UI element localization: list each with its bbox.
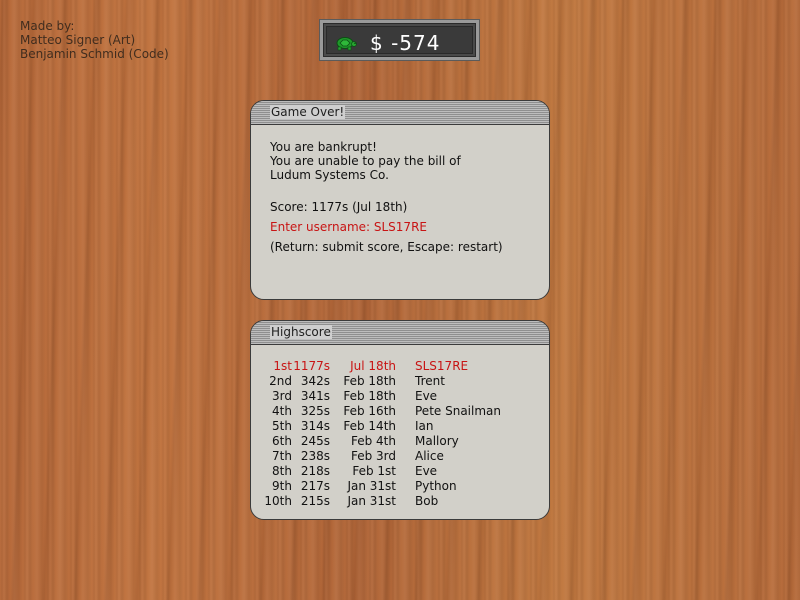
highscore-date: Feb 16th [343, 404, 396, 418]
highscore-row: 1st 1177s Jul 18th SLS17RE [259, 359, 501, 374]
money-display-inner: $ -574 [326, 26, 473, 54]
highscore-score: 217s [300, 479, 330, 493]
highscore-name: Mallory [415, 434, 459, 448]
score-text: Score: 1177s (Jul 18th) [270, 200, 408, 214]
game-over-titlebar: Game Over! [251, 101, 549, 125]
highscore-score: 1177s [293, 359, 330, 373]
game-over-title: Game Over! [270, 105, 346, 119]
highscore-score: 325s [300, 404, 330, 418]
highscore-row: 6th 245s Feb 4th Mallory [259, 434, 501, 449]
highscore-score: 238s [300, 449, 330, 463]
highscore-row: 9th 217s Jan 31st Python [259, 479, 501, 494]
highscore-row: 5th 314s Feb 14th Ian [259, 419, 501, 434]
highscore-name: Pete Snailman [415, 404, 501, 418]
highscore-score: 314s [300, 419, 330, 433]
highscore-titlebar: Highscore [251, 321, 549, 345]
credits-line: Benjamin Schmid (Code) [20, 47, 169, 61]
highscore-score: 218s [300, 464, 330, 478]
credits: Made by: Matteo Signer (Art) Benjamin Sc… [20, 19, 169, 61]
bankrupt-message-line: You are bankrupt! [270, 140, 377, 154]
bankrupt-message-line: Ludum Systems Co. [270, 168, 389, 182]
highscore-name: SLS17RE [415, 359, 469, 373]
highscore-rank: 4th [272, 404, 292, 418]
highscore-rank: 8th [272, 464, 292, 478]
highscore-row: 8th 218s Feb 1st Eve [259, 464, 501, 479]
highscore-row: 4th 325s Feb 16th Pete Snailman [259, 404, 501, 419]
highscore-date: Feb 1st [352, 464, 396, 478]
highscore-name: Python [415, 479, 457, 493]
highscore-rank: 5th [272, 419, 292, 433]
credits-line: Matteo Signer (Art) [20, 33, 136, 47]
highscore-date: Feb 18th [343, 374, 396, 388]
highscore-name: Bob [415, 494, 439, 508]
highscore-rank: 7th [272, 449, 292, 463]
turtle-icon [334, 36, 358, 56]
highscore-title: Highscore [270, 325, 332, 339]
highscore-rank: 10th [264, 494, 292, 508]
highscore-row: 10th 215s Jan 31st Bob [259, 494, 501, 509]
highscore-score: 215s [300, 494, 330, 508]
highscore-row: 7th 238s Feb 3rd Alice [259, 449, 501, 464]
highscore-rank: 9th [272, 479, 292, 493]
highscore-name: Trent [415, 374, 445, 388]
highscore-date: Feb 14th [343, 419, 396, 433]
highscore-rank: 1st [273, 359, 292, 373]
highscore-date: Jan 31st [347, 494, 396, 508]
highscore-row: 3rd 341s Feb 18th Eve [259, 389, 501, 404]
money-display: $ -574 [320, 20, 479, 60]
highscore-date: Jan 31st [347, 479, 396, 493]
username-input[interactable]: Enter username: SLS17RE [270, 220, 427, 234]
highscore-row: 2nd 342s Feb 18th Trent [259, 374, 501, 389]
bankrupt-message-line: You are unable to pay the bill of [270, 154, 461, 168]
highscore-name: Ian [415, 419, 434, 433]
game-over-panel: Game Over! You are bankrupt! You are una… [250, 100, 550, 300]
highscore-score: 342s [300, 374, 330, 388]
highscore-date: Feb 3rd [350, 449, 396, 463]
credits-line: Made by: [20, 19, 75, 33]
instructions-text: (Return: submit score, Escape: restart) [270, 240, 503, 254]
highscore-name: Eve [415, 464, 438, 478]
money-value: $ -574 [370, 31, 441, 55]
highscore-name: Alice [415, 449, 444, 463]
highscore-rank: 2nd [269, 374, 292, 388]
highscore-rank: 3rd [272, 389, 292, 403]
highscore-table: 1st 1177s Jul 18th SLS17RE 2nd 342s Feb 18th Tr… [259, 359, 501, 509]
highscore-panel: Highscore 1st 1177s Jul 18th SLS17RE 2nd 342s… [250, 320, 550, 520]
highscore-name: Eve [415, 389, 438, 403]
highscore-date: Feb 4th [350, 434, 396, 448]
highscore-score: 341s [300, 389, 330, 403]
highscore-rank: 6th [272, 434, 292, 448]
highscore-score: 245s [300, 434, 330, 448]
highscore-date: Feb 18th [343, 389, 396, 403]
highscore-date: Jul 18th [350, 359, 396, 373]
